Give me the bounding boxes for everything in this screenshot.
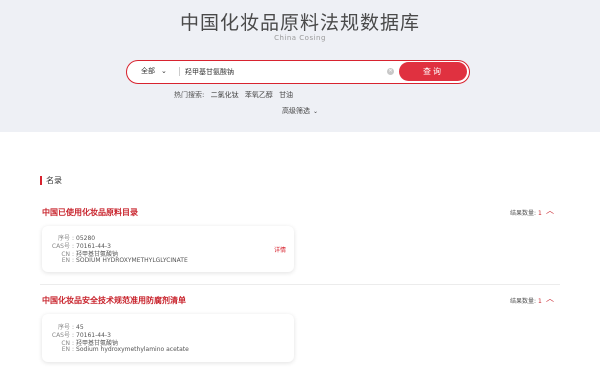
hot-search-item[interactable]: 苯氧乙醇: [245, 91, 273, 99]
hot-search-item[interactable]: 二氯化钛: [211, 91, 239, 99]
record-en: EN: SODIUM HYDROXYMETHYLGLYCINATE: [48, 257, 188, 264]
result-count: 结果数量: 1: [510, 208, 542, 217]
field-key: EN: [61, 346, 70, 353]
hot-searches: 热门搜索: 二氯化钛 苯氧乙醇 甘油: [174, 90, 297, 100]
result-count-label: 结果数量:: [510, 298, 537, 305]
hot-search-label: 热门搜索:: [174, 91, 205, 99]
result-count-value: 1: [538, 298, 542, 305]
category-title[interactable]: 中国已使用化妆品原料目录: [42, 207, 138, 218]
result-count-value: 1: [538, 210, 542, 217]
section-title: 名录: [46, 176, 62, 185]
section-marker: [40, 176, 42, 185]
result-card[interactable]: 序号:45 CAS号:70161-44-3 CN: 羟甲基甘氨酸钠 EN: Sodi…: [42, 314, 294, 362]
field-key: EN: [61, 257, 70, 264]
chevron-up-icon[interactable]: ︿: [546, 205, 554, 216]
category-title[interactable]: 中国化妆品安全技术规范准用防腐剂清单: [42, 295, 186, 306]
search-input[interactable]: [185, 64, 385, 79]
scope-label: 全部: [141, 67, 155, 75]
search-bar: 全部 ⌄ ✕ 查询: [126, 60, 470, 84]
result-count: 结果数量: 1: [510, 296, 542, 305]
divider: [40, 284, 560, 285]
clear-icon[interactable]: ✕: [387, 68, 394, 75]
advanced-filter-label: 高级筛选: [281, 107, 310, 115]
page-title: 中国化妆品原料法规数据库: [179, 12, 420, 34]
field-value: SODIUM HYDROXYMETHYLGLYCINATE: [76, 257, 188, 264]
advanced-filter-toggle[interactable]: 高级筛选 ⌄: [0, 106, 600, 116]
field-value: Sodium hydroxymethylamino acetate: [76, 346, 189, 353]
record-en: EN: Sodium hydroxymethylamino acetate: [48, 346, 189, 353]
chevron-down-icon: ⌄: [161, 67, 167, 75]
detail-link[interactable]: 详情: [274, 245, 286, 254]
chevron-down-icon: ⌄: [312, 108, 319, 115]
hero-banner: 中国化妆品原料法规数据库 China Cosing 全部 ⌄ ✕ 查询 热门搜索:…: [0, 0, 600, 132]
search-divider: [179, 67, 180, 76]
result-card[interactable]: 序号:05280 CAS号:70161-44-3 CN: 羟甲基甘氨酸钠 EN: S…: [42, 226, 294, 272]
chevron-up-icon[interactable]: ︿: [546, 293, 554, 304]
result-count-label: 结果数量:: [510, 210, 537, 217]
hot-search-item[interactable]: 甘油: [279, 91, 293, 99]
search-button[interactable]: 查询: [399, 62, 467, 81]
page-subtitle: China Cosing: [274, 34, 326, 42]
scope-select[interactable]: 全部 ⌄: [141, 61, 167, 82]
